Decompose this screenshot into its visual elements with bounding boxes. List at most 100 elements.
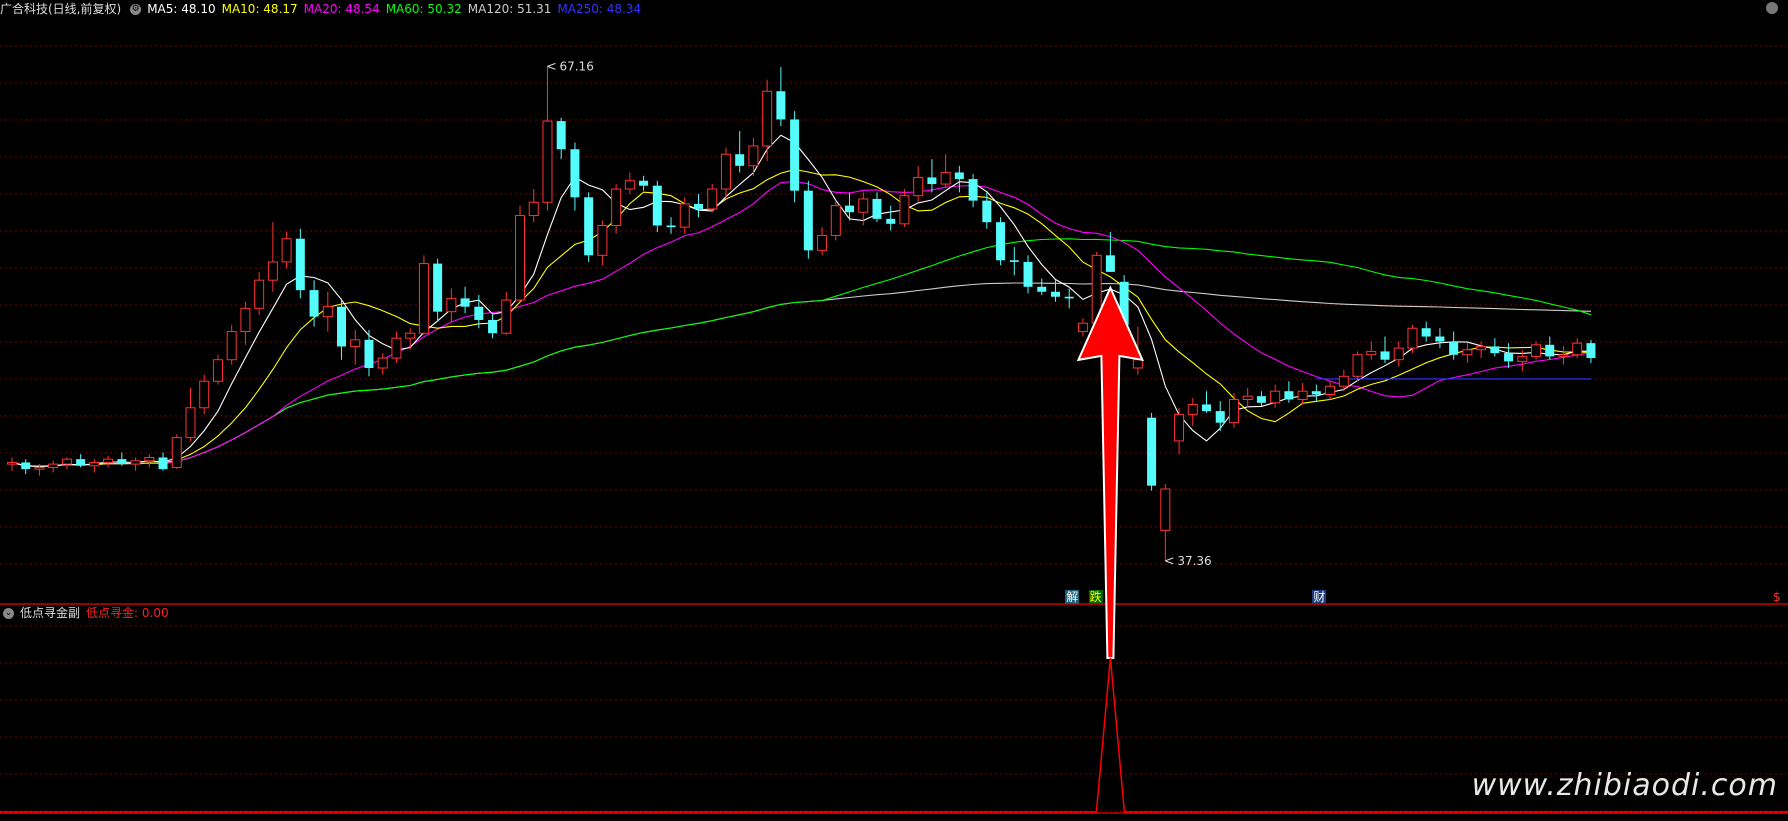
low-price-label: 37.36	[1177, 554, 1211, 568]
candle-body-up	[7, 461, 17, 465]
candle-body-down	[1064, 296, 1074, 299]
candle-body-down	[1105, 255, 1115, 272]
candle-body-up	[624, 180, 635, 190]
candle-body-up	[858, 198, 869, 213]
candle-body-up	[48, 463, 59, 468]
candle-body-up	[597, 224, 608, 256]
candle-body-up	[1558, 354, 1569, 357]
candle-body-down	[570, 149, 580, 198]
candle-body-down	[927, 177, 937, 185]
candle-body-up	[171, 437, 182, 468]
candle-body-down	[872, 198, 882, 219]
candle-body-up	[377, 357, 388, 369]
candle-body-down	[982, 200, 992, 223]
candlestick-chart[interactable]: 67.16 37.36	[0, 0, 1788, 821]
candle-body-up	[267, 261, 278, 281]
event-tag[interactable]: 解	[1065, 590, 1080, 604]
candle-body-up	[1531, 344, 1542, 357]
candle-body-down	[1311, 391, 1321, 395]
candle-body-down	[1545, 344, 1555, 357]
candle-body-down	[694, 203, 703, 209]
candle-body-up	[1366, 350, 1377, 356]
candle-body-up	[61, 458, 72, 465]
candle-body-up	[1077, 322, 1088, 333]
high-price-label: 67.16	[559, 59, 593, 73]
candle-body-up	[720, 153, 731, 190]
candle-body-up	[226, 331, 237, 361]
candle-body-up	[611, 188, 622, 226]
candle-body-up	[1517, 355, 1528, 362]
candle-body-down	[1284, 391, 1294, 400]
candle-body-up	[762, 90, 773, 147]
candle-body-up	[103, 458, 114, 463]
watermark: www.zhibiaodi.com	[1471, 768, 1778, 803]
candle-body-up	[501, 299, 512, 334]
candle-body-up	[515, 215, 526, 301]
candle-body-down	[117, 459, 127, 465]
candle-body-down	[652, 185, 662, 226]
candle-body-down	[1586, 343, 1596, 359]
candle-body-up	[1393, 347, 1404, 361]
candle-body-down	[433, 263, 443, 312]
candle-body-up	[1407, 327, 1418, 349]
event-tag[interactable]: 跌	[1088, 590, 1103, 604]
candle-body-down	[1050, 291, 1060, 297]
candle-body-up	[1160, 488, 1171, 531]
candle-body-down	[556, 121, 566, 150]
candle-body-up	[185, 407, 196, 439]
candle-body-up	[748, 145, 759, 167]
candle-body-down	[21, 462, 31, 470]
candle-body-up	[281, 238, 292, 263]
candle-body-up	[940, 171, 951, 185]
candle-body-up	[34, 466, 45, 470]
candle-body-down	[488, 319, 498, 334]
ma60-line	[11, 238, 1592, 467]
candle-body-up	[89, 461, 100, 467]
candle-body-up	[1352, 354, 1363, 377]
candle-body-down	[76, 459, 86, 466]
candle-body-down	[295, 238, 305, 291]
candle-body-down	[1449, 341, 1459, 355]
candle-body-down	[158, 457, 168, 470]
ma5-line	[11, 134, 1592, 467]
candle-body-up	[913, 176, 924, 197]
candle-body-up	[830, 205, 841, 236]
event-tag[interactable]: 财	[1312, 590, 1327, 604]
candle-body-up	[528, 201, 539, 217]
candle-body-down	[666, 225, 676, 228]
candle-body-up	[391, 337, 402, 359]
candle-body-down	[1037, 286, 1047, 292]
candle-body-down	[1215, 411, 1225, 423]
candle-body-down	[460, 298, 470, 307]
candle-body-up	[130, 460, 141, 465]
candle-body-up	[817, 234, 828, 251]
candle-body-down	[639, 180, 649, 186]
candle-body-up	[1462, 349, 1473, 356]
candle-body-up	[418, 263, 429, 334]
candle-body-down	[954, 172, 964, 180]
candle-body-up	[199, 380, 210, 409]
candle-body-up	[254, 279, 265, 309]
candle-body-up	[1270, 390, 1281, 404]
candle-body-up	[1572, 342, 1583, 356]
candle-body-down	[735, 154, 745, 166]
candle-body-down	[474, 306, 484, 320]
candle-body-up	[1228, 398, 1239, 424]
candle-body-down	[1380, 351, 1390, 360]
low-marker-arrow	[1165, 557, 1174, 565]
candle-body-up	[212, 359, 223, 382]
candle-body-up	[679, 203, 690, 228]
candle-body-up	[240, 307, 251, 333]
candle-body-down	[1202, 404, 1212, 412]
event-tag[interactable]: $	[1772, 590, 1782, 604]
candle-body-down	[886, 218, 896, 224]
candle-body-up	[542, 120, 553, 203]
candle-body-up	[1297, 390, 1308, 400]
candle-body-down	[803, 190, 813, 251]
candle-body-up	[899, 195, 910, 225]
candle-body-down	[1147, 417, 1157, 486]
candle-body-up	[707, 188, 718, 210]
candle-body-up	[350, 339, 361, 347]
candle-body-down	[1435, 336, 1445, 342]
candle-body-down	[845, 205, 855, 213]
